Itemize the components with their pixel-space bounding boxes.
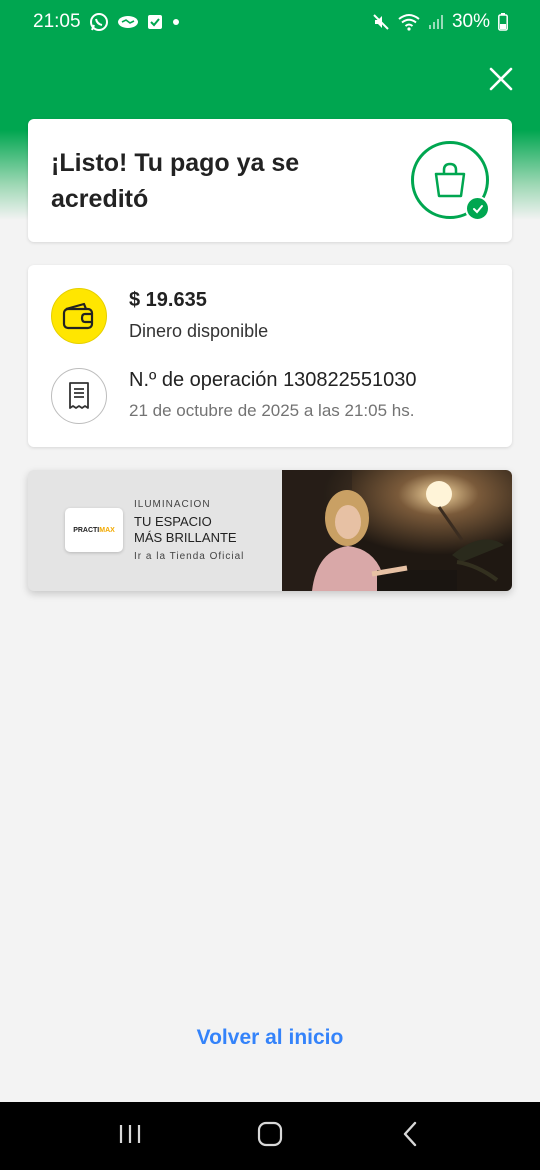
mercado-libre-icon [117, 14, 139, 30]
success-card: ¡Listo! Tu pago ya se acreditó [28, 119, 512, 242]
recent-apps-button[interactable] [100, 1111, 160, 1161]
whatsapp-icon [89, 12, 109, 32]
status-bar: 21:05 30% [0, 0, 540, 44]
back-icon [402, 1121, 418, 1152]
banner-category: ILUMINACION [134, 499, 211, 510]
signal-icon [428, 14, 444, 30]
receipt-icon [51, 368, 107, 424]
recent-apps-icon [118, 1123, 142, 1150]
home-icon [257, 1121, 283, 1152]
battery-icon [498, 13, 508, 31]
back-to-home-link[interactable]: Volver al inicio [0, 1026, 540, 1050]
check-icon [465, 196, 490, 221]
back-button[interactable] [380, 1111, 440, 1161]
payment-details-card: $ 19.635 Dinero disponible N.º de operac… [28, 265, 512, 447]
operation-date: 21 de octubre de 2025 a las 21:05 hs. [129, 401, 415, 420]
banner-title: TU ESPACIO MÁS BRILLANTE [134, 514, 294, 546]
banner-title-line1: TU ESPACIO [134, 514, 212, 529]
battery-percent: 30% [451, 11, 490, 32]
brand-logo-accent: MAX [99, 526, 115, 534]
operation-number[interactable]: N.º de operación 130822551030 [129, 369, 417, 392]
available-amount: $ 19.635 [129, 289, 207, 311]
mute-icon [372, 13, 390, 31]
status-time: 21:05 [33, 11, 81, 32]
brand-logo: PRACTI MAX [65, 508, 123, 552]
banner-photo [282, 470, 512, 591]
banner-store-link[interactable]: Ir a la Tienda Oficial [134, 551, 244, 562]
available-amount-label: Dinero disponible [129, 321, 269, 341]
banner-title-line2: MÁS BRILLANTE [134, 530, 237, 545]
status-left: 21:05 [33, 11, 181, 33]
wifi-icon [398, 13, 420, 31]
system-nav-bar [0, 1102, 540, 1170]
close-icon [489, 67, 513, 96]
status-right: 30% [372, 11, 508, 33]
success-title: ¡Listo! Tu pago ya se acreditó [51, 149, 300, 213]
wallet-icon [51, 288, 107, 344]
dot-icon [171, 17, 181, 27]
store-ad-banner[interactable]: PRACTI MAX ILUMINACION TU ESPACIO MÁS BRI… [28, 470, 512, 591]
home-button[interactable] [240, 1111, 300, 1161]
check-app-icon [147, 14, 163, 30]
brand-logo-text: PRACTI [73, 526, 100, 534]
close-button[interactable] [484, 64, 518, 98]
